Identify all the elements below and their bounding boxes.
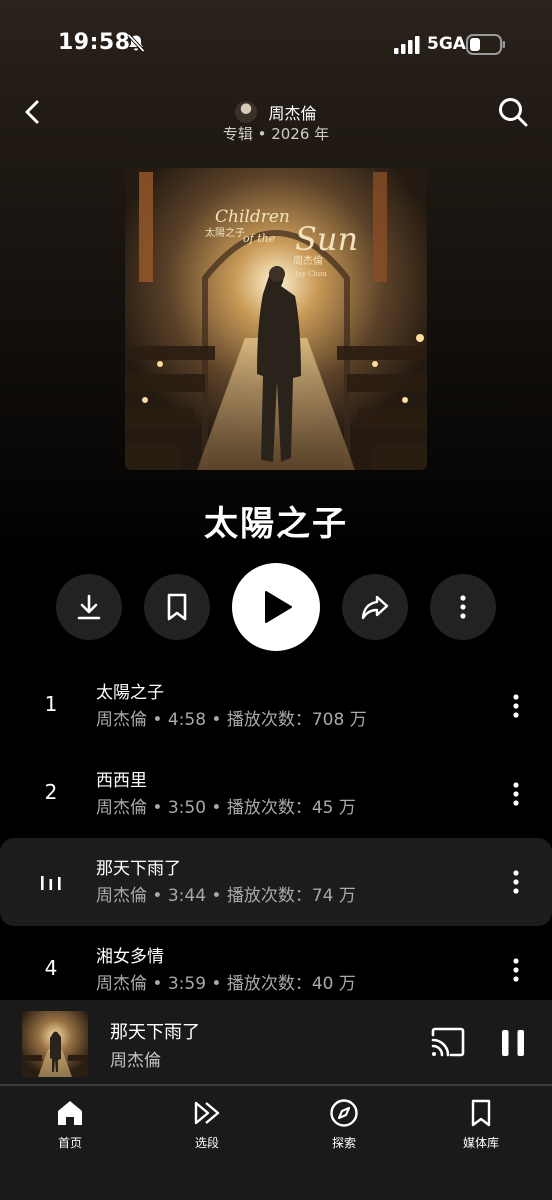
track-subtitle: 周杰倫 • 3:59 • 播放次数：40 万: [96, 974, 356, 994]
samples-icon: [194, 1101, 220, 1125]
cover-text-sun: Sun: [295, 220, 358, 258]
nav-item-home[interactable]: 首页: [30, 1098, 110, 1151]
share-icon: [361, 595, 389, 620]
cover-text-cn-artist: 周杰倫: [293, 254, 323, 267]
cover-text-en-artist: Jay Chou: [294, 270, 327, 278]
nav-item-library[interactable]: 媒体库: [441, 1098, 521, 1151]
track-more-icon[interactable]: [502, 866, 530, 898]
mini-player[interactable]: 那天下雨了 周杰倫: [0, 1000, 552, 1086]
cast-icon[interactable]: [430, 1026, 466, 1058]
track-title: 那天下雨了: [96, 859, 181, 879]
mini-cover-art: [22, 1011, 88, 1077]
bookmark-icon: [167, 593, 187, 621]
track-row-2[interactable]: 2 西西里 周杰倫 • 3:50 • 播放次数：45 万: [0, 750, 552, 838]
track-more-icon[interactable]: [502, 778, 530, 810]
download-button[interactable]: [56, 574, 122, 640]
battery-icon: [466, 34, 505, 55]
cover-text-of-the: of the: [243, 232, 276, 245]
pause-icon[interactable]: [498, 1026, 528, 1060]
track-subtitle: 周杰倫 • 3:50 • 播放次数：45 万: [96, 798, 356, 818]
cover-text-cn-title: 太陽之子: [205, 226, 245, 239]
mini-player-title: 那天下雨了: [110, 1022, 200, 1043]
play-album-button[interactable]: [232, 563, 320, 651]
mini-player-artist: 周杰倫: [110, 1051, 161, 1071]
network-label: 5GA: [427, 34, 466, 54]
cover-text-children: Children: [215, 207, 290, 227]
equalizer-playing-icon: [41, 876, 61, 890]
album-cover-art: Children of the Sun 太陽之子 周杰倫 Jay Chou: [125, 168, 427, 470]
track-title: 太陽之子: [96, 683, 164, 703]
artist-name: 周杰倫: [268, 104, 317, 123]
play-icon: [265, 591, 292, 623]
explore-icon: [330, 1099, 358, 1127]
nav-label-library: 媒体库: [462, 1136, 499, 1150]
nav-label-home: 首页: [57, 1136, 82, 1150]
status-bar: 19:58 5GA: [0, 0, 552, 90]
bell-muted-icon: [127, 33, 145, 53]
track-row-3-now-playing[interactable]: 那天下雨了 周杰倫 • 3:44 • 播放次数：74 万: [0, 838, 552, 926]
album-cover: Children of the Sun 太陽之子 周杰倫 Jay Chou: [125, 168, 427, 470]
nav-label-samples: 选段: [194, 1136, 219, 1150]
track-title: 西西里: [96, 771, 147, 791]
album-title: 太陽之子: [204, 504, 348, 544]
album-screen: 19:58 5GA 周杰倫 专辑 • 2026 年 Children of th…: [0, 0, 552, 1200]
nav-item-samples[interactable]: 选段: [167, 1098, 247, 1151]
album-meta: 专辑 • 2026 年: [222, 125, 330, 143]
search-icon[interactable]: [496, 95, 530, 129]
more-vertical-icon: [460, 595, 466, 619]
library-icon: [471, 1099, 491, 1127]
artist-link[interactable]: 周杰倫: [0, 100, 552, 124]
more-options-button[interactable]: [430, 574, 496, 640]
status-time: 19:58: [58, 30, 131, 55]
artist-avatar: [235, 101, 258, 123]
track-number: 4: [44, 956, 58, 980]
nav-label-explore: 探索: [331, 1136, 356, 1150]
save-to-library-button[interactable]: [144, 574, 210, 640]
track-subtitle: 周杰倫 • 4:58 • 播放次数：708 万: [96, 710, 367, 730]
track-row-1[interactable]: 1 太陽之子 周杰倫 • 4:58 • 播放次数：708 万: [0, 662, 552, 750]
share-button[interactable]: [342, 574, 408, 640]
track-more-icon[interactable]: [502, 690, 530, 722]
track-title: 湘女多情: [96, 947, 164, 967]
download-icon: [77, 594, 101, 620]
bottom-nav: 首页 选段 探索 媒体库: [0, 1086, 552, 1200]
track-subtitle: 周杰倫 • 3:44 • 播放次数：74 万: [96, 886, 356, 906]
track-more-icon[interactable]: [502, 954, 530, 986]
nav-item-explore[interactable]: 探索: [304, 1098, 384, 1151]
mini-player-cover: [22, 1011, 88, 1077]
signal-icon: [394, 36, 420, 54]
track-number: 2: [44, 780, 58, 804]
track-number: 1: [44, 692, 58, 716]
home-icon: [58, 1101, 82, 1125]
